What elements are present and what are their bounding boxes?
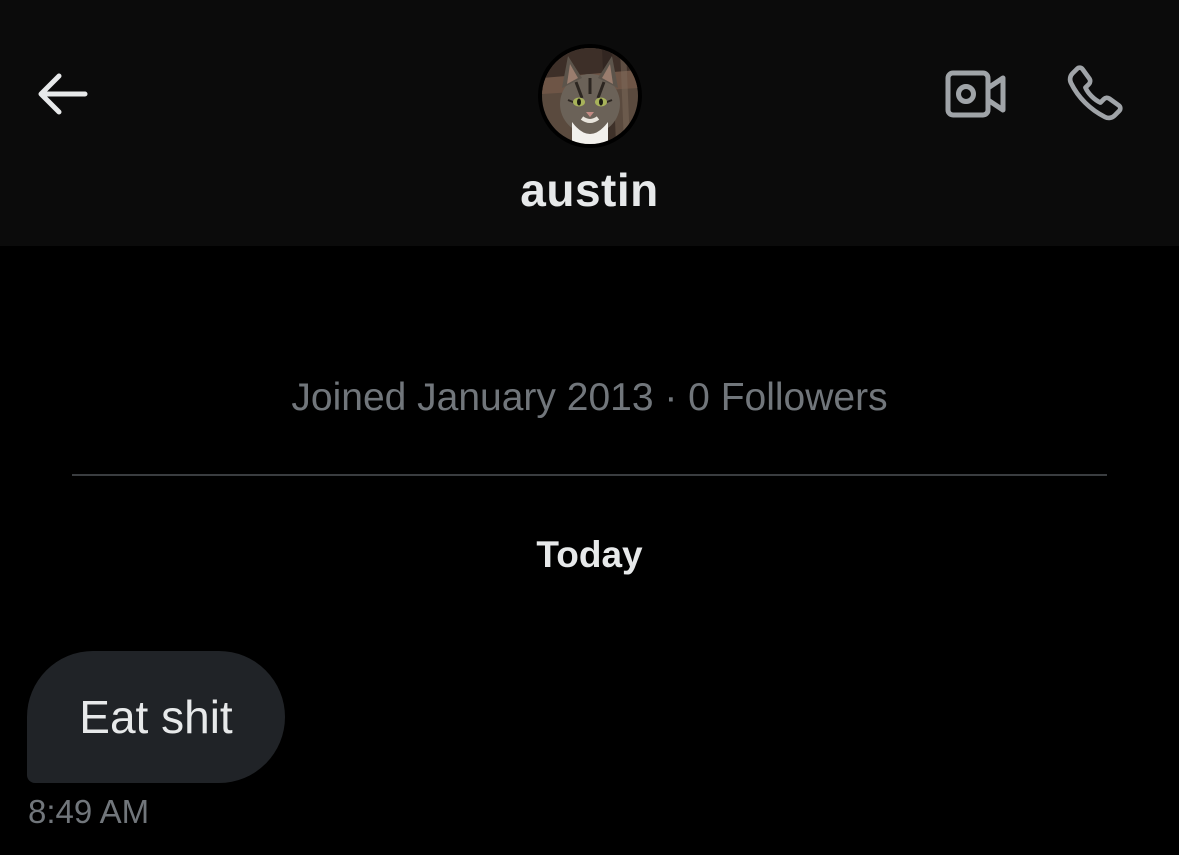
back-button[interactable] bbox=[28, 68, 94, 124]
conversation-username[interactable]: austin bbox=[0, 163, 1179, 217]
message-text: Eat shit bbox=[79, 691, 233, 743]
profile-meta: Joined January 2013 · 0 Followers bbox=[291, 376, 888, 419]
voice-call-button[interactable] bbox=[1058, 58, 1132, 132]
message-bubble[interactable]: Eat shit bbox=[27, 651, 285, 783]
divider bbox=[72, 474, 1107, 476]
day-separator: Today bbox=[536, 534, 643, 575]
avatar[interactable] bbox=[538, 44, 642, 148]
arrow-left-icon bbox=[33, 72, 89, 121]
phone-icon bbox=[1064, 62, 1126, 129]
video-camera-icon bbox=[945, 69, 1007, 124]
message-timestamp: 8:49 AM bbox=[28, 793, 150, 830]
cat-avatar-icon bbox=[542, 48, 638, 144]
video-call-button[interactable] bbox=[940, 64, 1012, 128]
conversation-header: austin bbox=[0, 0, 1179, 246]
